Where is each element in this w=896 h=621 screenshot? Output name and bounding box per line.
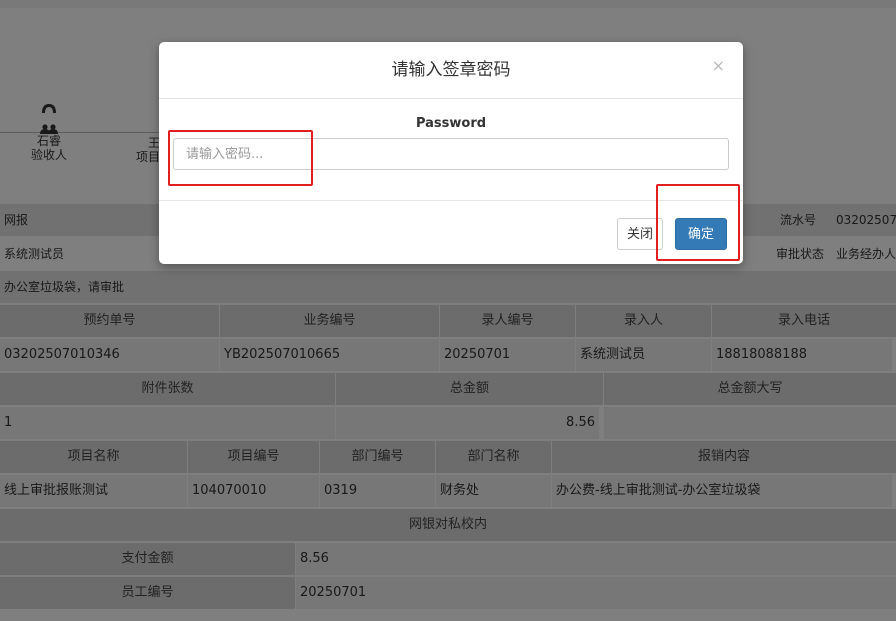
- dialog-title: 请输入签章密码: [159, 42, 743, 99]
- password-highlight-box: [168, 130, 313, 186]
- close-icon[interactable]: ×: [712, 56, 725, 75]
- confirm-highlight-box: [656, 184, 740, 261]
- password-label: Password: [415, 116, 487, 131]
